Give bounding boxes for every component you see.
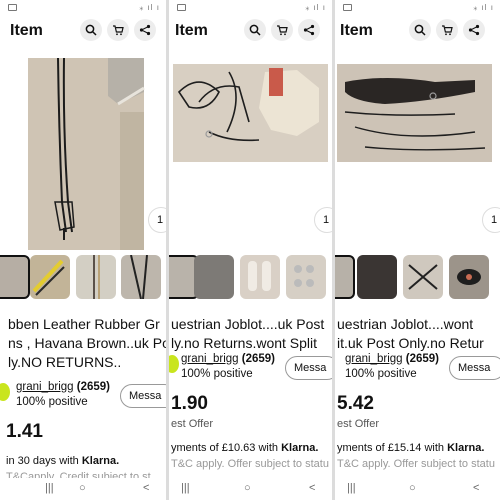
thumbnail[interactable] [76,255,116,299]
page-title: Item [340,22,373,39]
recent-apps-button[interactable]: ||| [181,482,190,494]
price: 5.42 [337,393,374,414]
thumbnail[interactable] [403,255,443,299]
main-photo[interactable] [335,52,500,250]
listing-title: bben Leather Rubber Gr ns , Havana Brown… [8,315,166,372]
recent-apps-button[interactable]: ||| [45,482,54,494]
search-icon[interactable] [80,19,102,41]
price: 1.41 [6,421,43,442]
title-line: ns , Havana Brown..uk Po [8,335,166,351]
system-nav-bar: ||| ○ < [169,478,332,500]
terms-note: T&C apply. Offer subject to statu [171,458,329,470]
thumbnail[interactable] [194,255,234,299]
listing-title: uestrian Joblot....uk Post ly.no Returns… [171,315,324,353]
signal-icons: ⁎ ıl ı [473,3,494,12]
app-header: Item [0,16,166,46]
listing-screen-2: ⁎ ıl ı Item 1 uestrian Joblot....uk Post… [169,0,332,500]
status-bar: ⁎ ıl ı [335,0,500,16]
share-icon[interactable] [134,19,156,41]
signal-icons: ⁎ ıl ı [139,3,160,12]
status-bar: ⁎ ıl ı [169,0,332,16]
thumbnail-strip [335,255,500,301]
cart-icon[interactable] [271,19,293,41]
terms-note: T&C apply. Offer subject to statu [337,458,495,470]
main-photo[interactable] [169,52,332,250]
share-icon[interactable] [298,19,320,41]
share-icon[interactable] [463,19,485,41]
gallery-notification-icon [8,4,17,11]
gallery-notification-icon [343,4,352,11]
seller-avatar [335,355,345,373]
app-header: Item [335,16,500,46]
seller-name[interactable]: grani_brigg (2659) [16,381,110,393]
home-button[interactable]: ○ [244,482,251,494]
seller-feedback: 100% positive [181,368,253,380]
message-button[interactable]: Messa [449,356,500,380]
klarna-note: yments of £10.63 with Klarna. [171,442,319,454]
back-button[interactable]: < [143,482,149,494]
signal-icons: ⁎ ıl ı [305,3,326,12]
seller-row: grani_brigg (2659) 100% positive Messa [169,350,332,396]
back-button[interactable]: < [309,482,315,494]
system-nav-bar: ||| ○ < [335,478,500,500]
thumbnail-strip [0,255,166,301]
search-icon[interactable] [244,19,266,41]
message-button[interactable]: Messa [120,384,166,408]
title-line: uestrian Joblot....uk Post [171,316,325,332]
klarna-note: in 30 days with Klarna. [6,455,120,467]
gallery-notification-icon [177,4,186,11]
thumbnail[interactable] [286,255,326,299]
seller-row: grani_brigg (2659) 100% positive Messa [335,350,500,396]
klarna-note: yments of £15.14 with Klarna. [337,442,485,454]
home-button[interactable]: ○ [79,482,86,494]
listing-screen-3: ⁎ ıl ı Item 1 uestrian Joblot....wont it… [335,0,500,500]
screens-collage: ⁎ ıl ı Item 1 bben Leather Rubber Gr ns … [0,0,500,500]
thumbnail-strip [169,255,332,301]
seller-avatar [0,383,10,401]
thumbnail[interactable] [357,255,397,299]
listing-screen-1: ⁎ ıl ı Item 1 bben Leather Rubber Gr ns … [0,0,166,500]
thumbnail[interactable] [240,255,280,299]
thumbnail[interactable] [121,255,161,299]
cart-icon[interactable] [436,19,458,41]
app-header: Item [169,16,332,46]
search-icon[interactable] [409,19,431,41]
back-button[interactable]: < [473,482,479,494]
message-button[interactable]: Messa [285,356,332,380]
best-offer-label: est Offer [171,418,213,430]
page-title: Item [175,22,208,39]
thumbnail[interactable] [30,255,70,299]
best-offer-label: est Offer [337,418,379,430]
listing-title: uestrian Joblot....wont it.uk Post Only.… [337,315,484,353]
seller-feedback: 100% positive [345,368,417,380]
status-bar: ⁎ ıl ı [0,0,166,16]
thumbnail[interactable] [0,255,30,299]
cart-icon[interactable] [107,19,129,41]
seller-feedback: 100% positive [16,396,88,408]
title-line: bben Leather Rubber Gr [8,316,160,332]
title-line: ly.NO RETURNS.. [8,354,122,370]
recent-apps-button[interactable]: ||| [347,482,356,494]
page-title: Item [10,22,43,39]
system-nav-bar: ||| ○ < [0,478,166,500]
seller-name[interactable]: grani_brigg (2659) [181,353,275,365]
thumbnail[interactable] [449,255,489,299]
title-line: uestrian Joblot....wont [337,316,474,332]
home-button[interactable]: ○ [409,482,416,494]
main-photo[interactable] [0,52,166,250]
seller-row: grani_brigg (2659) 100% positive Messa [0,378,166,424]
thumbnail[interactable] [335,255,355,299]
seller-name[interactable]: grani_brigg (2659) [345,353,439,365]
seller-avatar [169,355,179,373]
price: 1.90 [171,393,208,414]
